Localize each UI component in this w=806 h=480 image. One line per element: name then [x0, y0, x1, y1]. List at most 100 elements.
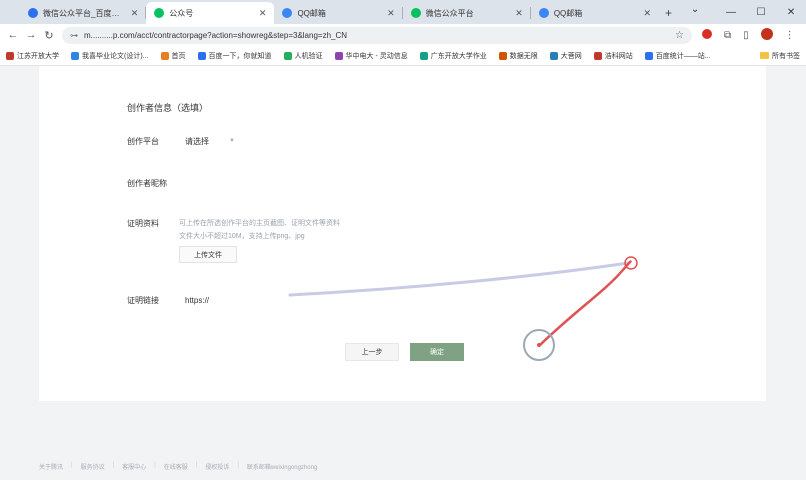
- bookmark-label: 华中电大 - 灵动信息: [345, 52, 408, 60]
- bookmark-icon: [283, 51, 292, 60]
- all-bookmarks-label: 所有书签: [772, 52, 800, 60]
- extension-badge-icon[interactable]: [702, 28, 712, 42]
- bookmark-star-icon[interactable]: ☆: [675, 30, 684, 41]
- footer-divider: |: [195, 462, 198, 468]
- bookmark-item[interactable]: 百度统计——站...: [644, 51, 711, 61]
- tab-0[interactable]: 微信公众平台_百度搜索 ✕: [20, 2, 147, 24]
- bookmark-label: 广东开放大学作业: [430, 52, 487, 60]
- bookmark-label: 江苏开放大学: [17, 52, 59, 60]
- platform-select-value: 请选择: [185, 136, 209, 146]
- baidu-favicon-icon: [28, 8, 38, 18]
- chevron-down-icon: ▼: [229, 138, 235, 144]
- forward-icon[interactable]: →: [22, 29, 40, 41]
- bookmark-label: 大菩网: [560, 52, 582, 60]
- bookmark-label: 浩科网站: [604, 52, 633, 60]
- footer-divider: |: [154, 462, 156, 468]
- proof-link-value: https://: [185, 295, 210, 305]
- footer-link[interactable]: 侵权投诉: [205, 462, 229, 471]
- bookmark-icon: [549, 51, 558, 60]
- close-tab-icon[interactable]: ✕: [387, 8, 395, 19]
- tab-3[interactable]: 微信公众平台 ✕: [403, 2, 531, 24]
- tab-search-icon[interactable]: ⌄: [680, 4, 710, 15]
- minimize-icon[interactable]: —: [716, 7, 746, 18]
- window-controls: ⌄ — ☐ ✕: [680, 0, 806, 24]
- folder-icon: [760, 52, 769, 59]
- tab-1[interactable]: 公众号 ✕: [146, 2, 275, 24]
- confirm-button[interactable]: 确定: [410, 343, 464, 361]
- bookmark-item[interactable]: 广东开放大学作业: [419, 51, 487, 61]
- bookmark-icon: [644, 51, 653, 60]
- bookmark-item[interactable]: 华中电大 - 灵动信息: [334, 51, 408, 61]
- new-tab-icon[interactable]: +: [665, 6, 672, 20]
- all-bookmarks-button[interactable]: 所有书签: [760, 51, 800, 61]
- bookmark-item[interactable]: 江苏开放大学: [6, 51, 59, 61]
- tab-title: QQ邮箱: [297, 8, 326, 18]
- bookmark-item[interactable]: 首页: [160, 51, 186, 61]
- url-text: m..........p.com/acct/contractorpage?act…: [84, 30, 348, 40]
- side-panel-icon[interactable]: ▯: [743, 30, 749, 41]
- proof-link-input[interactable]: https://: [179, 291, 479, 309]
- bookmark-icon: [498, 51, 507, 60]
- tab-2[interactable]: QQ邮箱 ✕: [274, 2, 403, 24]
- bookmark-icon: [6, 51, 14, 60]
- bookmark-icon: [419, 51, 428, 60]
- qq-mail-favicon-icon: [282, 8, 293, 18]
- bookmark-item[interactable]: 我喜毕业论文(设计)...: [71, 51, 149, 61]
- close-tab-icon[interactable]: ✕: [131, 8, 139, 19]
- bookmark-icon: [160, 51, 169, 60]
- bookmark-label: 百度一下，你就知道: [208, 52, 272, 60]
- qq-mail-favicon-icon: [538, 8, 549, 18]
- bookmark-icon: [334, 51, 343, 60]
- page-viewport: 创作者信息（选填） 创作平台 请选择 ▼ 创作者昵称 证明资料 可上传在所选创作…: [0, 66, 806, 480]
- proof-hint-line-2: 文件大小不超过10M，支持上传png、jpg: [179, 233, 305, 240]
- browser-tab-strip: 微信公众平台_百度搜索 ✕ 公众号 ✕ QQ邮箱 ✕ 微信公众平台 ✕ QQ邮箱…: [0, 0, 806, 24]
- bookmark-label: 我喜毕业论文(设计)...: [82, 52, 149, 60]
- bookmark-icon: [197, 51, 206, 60]
- wechat-favicon-icon: [154, 8, 165, 18]
- page-footer: 关于腾讯 | 服务协议 | 客服中心 | 在线客服 | 侵权投诉 | 联系邮箱weixin…: [39, 462, 317, 471]
- bookmark-item[interactable]: 百度一下，你就知道: [197, 51, 272, 61]
- footer-link[interactable]: 联系邮箱weixingongzhong: [247, 462, 317, 471]
- tab-4[interactable]: QQ邮箱 ✕: [531, 2, 659, 24]
- address-bar[interactable]: ⊶ m..........p.com/acct/contractorpage?a…: [62, 26, 692, 44]
- bookmark-item[interactable]: 人机验证: [283, 51, 323, 61]
- footer-link[interactable]: 服务协议: [81, 462, 105, 471]
- bookmark-label: 人机验证: [294, 52, 323, 60]
- footer-divider: |: [71, 462, 73, 468]
- bookmark-icon: [593, 51, 602, 60]
- footer-link[interactable]: 在线客服: [164, 462, 188, 471]
- bookmark-icon: [71, 51, 79, 60]
- bookmarks-bar: 江苏开放大学 我喜毕业论文(设计)... 首页 百度一下，你就知道 人机验证 华…: [0, 46, 806, 66]
- upload-file-button[interactable]: 上传文件: [179, 246, 237, 263]
- nickname-label: 创作者昵称: [127, 179, 167, 188]
- footer-divider: |: [112, 462, 115, 468]
- reload-icon[interactable]: ↻: [40, 29, 58, 42]
- close-tab-icon[interactable]: ✕: [515, 8, 523, 19]
- tab-title: 微信公众平台_百度搜索: [43, 8, 125, 18]
- wechat-favicon-icon: [410, 8, 421, 18]
- tab-title: QQ邮箱: [553, 8, 583, 18]
- footer-divider: |: [237, 462, 239, 468]
- bookmark-item[interactable]: 浩科网站: [593, 51, 633, 61]
- menu-icon[interactable]: ⋮: [785, 30, 795, 41]
- profile-avatar[interactable]: [760, 27, 773, 43]
- maximize-icon[interactable]: ☐: [746, 7, 776, 18]
- close-tab-icon[interactable]: ✕: [643, 8, 651, 19]
- site-info-icon[interactable]: ⊶: [70, 31, 78, 40]
- browser-toolbar: ← → ↻ ⊶ m..........p.com/acct/contractor…: [0, 24, 806, 46]
- proof-label: 证明资料: [127, 219, 159, 228]
- back-icon[interactable]: ←: [4, 29, 22, 41]
- close-window-icon[interactable]: ✕: [776, 7, 806, 18]
- section-title: 创作者信息（选填）: [127, 103, 209, 113]
- previous-step-button[interactable]: 上一步: [345, 343, 399, 361]
- bookmark-label: 首页: [171, 52, 186, 60]
- close-tab-icon[interactable]: ✕: [259, 8, 267, 19]
- bookmark-label: 数据无限: [509, 52, 538, 60]
- footer-link[interactable]: 客服中心: [122, 462, 146, 471]
- bookmark-item[interactable]: 数据无限: [498, 51, 538, 61]
- extensions-icon[interactable]: ⧉: [724, 30, 731, 41]
- link-label: 证明链接: [127, 296, 159, 305]
- platform-select[interactable]: 请选择 ▼: [179, 132, 239, 150]
- footer-link[interactable]: 关于腾讯: [39, 462, 63, 471]
- bookmark-item[interactable]: 大菩网: [549, 51, 582, 61]
